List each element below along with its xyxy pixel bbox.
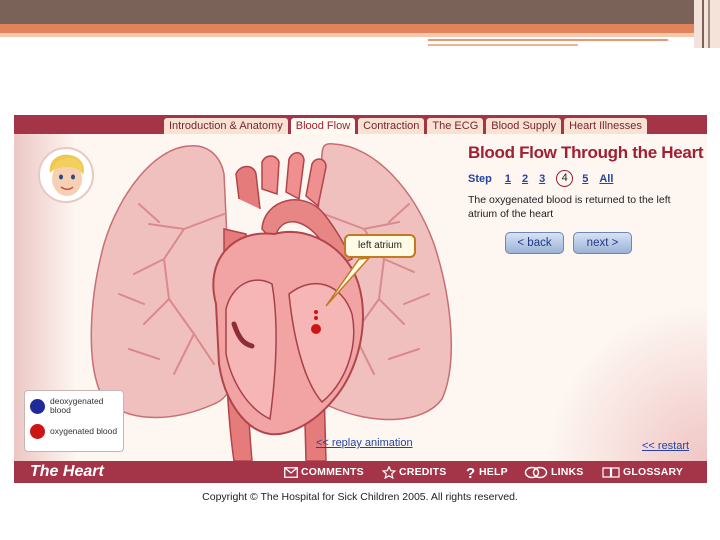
tab-heart-illnesses[interactable]: Heart Illnesses [564, 118, 647, 134]
step-link-5[interactable]: 5 [582, 173, 588, 185]
oxygenated-blood-dot [314, 316, 318, 320]
legend-swatch-red [30, 424, 45, 439]
tab-introduction-anatomy[interactable]: Introduction & Anatomy [164, 118, 288, 134]
step-description: The oxygenated blood is returned to the … [468, 194, 671, 220]
slide-top-bar [0, 0, 720, 24]
brand-title: The Heart [30, 463, 104, 480]
step-label: Step [468, 172, 492, 185]
oxygenated-blood-dot [311, 324, 321, 334]
page-title: Blood Flow Through the Heart [468, 143, 704, 162]
credits-button[interactable]: CREDITS [382, 461, 447, 483]
step-link-3[interactable]: 3 [539, 173, 545, 185]
chain-icon [524, 466, 548, 478]
legend-item-deoxygenated: deoxygenated blood [30, 397, 118, 415]
section-tabs: Introduction & Anatomy Blood Flow Contra… [164, 118, 647, 134]
restart-link[interactable]: << restart [642, 440, 689, 452]
next-button[interactable]: next > [573, 232, 632, 254]
tab-blood-supply[interactable]: Blood Supply [486, 118, 562, 134]
star-icon [382, 465, 396, 479]
back-button[interactable]: < back [505, 232, 564, 254]
guide-avatar [38, 147, 94, 203]
tab-blood-flow[interactable]: Blood Flow [290, 118, 356, 134]
step-link-all[interactable]: All [599, 173, 613, 185]
left-lung [90, 145, 235, 419]
step-navigator: Step 1 2 3 4 5 All [468, 170, 624, 187]
main-content: deoxygenated blood oxygenated blood left… [14, 134, 707, 461]
legend-swatch-blue [30, 398, 45, 414]
help-button[interactable]: ? HELP [466, 461, 508, 483]
heart-illustration [90, 143, 453, 461]
question-icon: ? [466, 465, 475, 479]
aorta [235, 165, 261, 210]
comments-button[interactable]: COMMENTS [284, 461, 364, 483]
book-icon [602, 467, 620, 478]
blood-legend: deoxygenated blood oxygenated blood [24, 390, 124, 452]
slide-accent-strip [0, 33, 720, 37]
tab-the-ecg[interactable]: The ECG [427, 118, 484, 134]
glossary-button[interactable]: GLOSSARY [602, 461, 683, 483]
chamber-callout: left atrium [344, 234, 416, 258]
step-current-4: 4 [556, 170, 574, 187]
copyright-notice: Copyright © The Hospital for Sick Childr… [202, 491, 518, 503]
boy-face-icon [49, 154, 84, 196]
slide-accent-line [428, 39, 668, 41]
replay-animation-link[interactable]: << replay animation [316, 437, 413, 449]
envelope-icon [284, 466, 298, 478]
step-link-1[interactable]: 1 [505, 173, 511, 185]
bottom-nav-bar: The Heart COMMENTS CREDITS ? HELP LINKS … [14, 461, 707, 483]
oxygenated-blood-dot [314, 310, 318, 314]
heart-app-window: Introduction & Anatomy Blood Flow Contra… [14, 115, 707, 483]
links-button[interactable]: LINKS [524, 461, 584, 483]
legend-item-oxygenated: oxygenated blood [30, 424, 118, 439]
svg-text:?: ? [466, 465, 475, 479]
step-link-2[interactable]: 2 [522, 173, 528, 185]
slide-accent-line [428, 44, 578, 46]
slide-corner-decoration [694, 0, 720, 48]
slide-accent-bar [0, 24, 720, 33]
tab-contraction[interactable]: Contraction [358, 118, 425, 134]
